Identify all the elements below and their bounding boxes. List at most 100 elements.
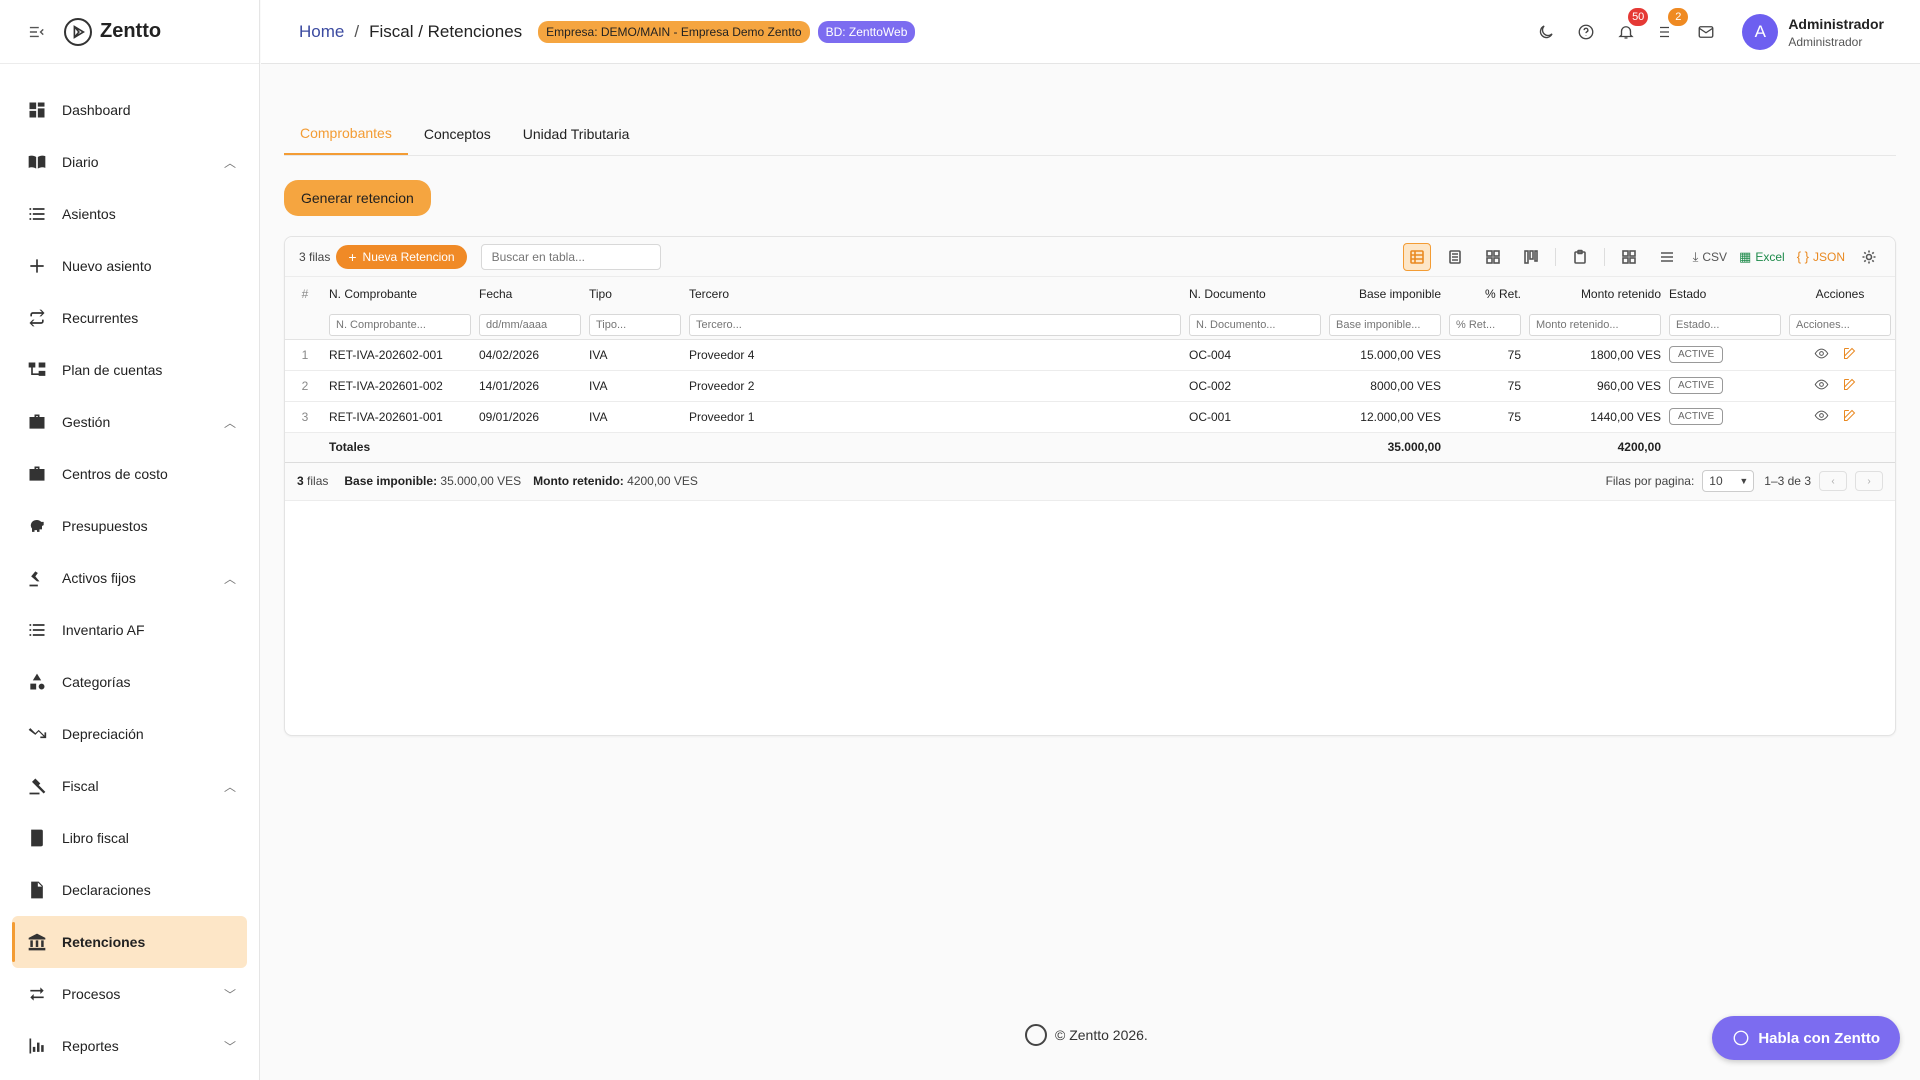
column-header[interactable]: Fecha [475, 277, 585, 311]
sidebar-item-presupuestos[interactable]: Presupuestos [0, 500, 259, 552]
density-icon[interactable] [1653, 243, 1681, 271]
chevron-up-icon[interactable]: ︿ [223, 155, 237, 170]
sidebar-item-libro-fiscal[interactable]: Libro fiscal [0, 812, 259, 864]
column-header[interactable]: N. Documento [1185, 277, 1325, 311]
next-page-button[interactable]: › [1855, 471, 1883, 491]
mail-icon[interactable] [1694, 20, 1718, 44]
sidebar-item-gestión[interactable]: Gestión ︿ [0, 396, 259, 448]
collapse-menu-icon[interactable] [28, 23, 46, 41]
column-filter-input[interactable] [1329, 313, 1441, 336]
sidebar-item-plan-de-cuentas[interactable]: Plan de cuentas [0, 344, 259, 396]
edit-icon[interactable] [1840, 345, 1858, 363]
edit-icon[interactable] [1840, 407, 1858, 425]
sidebar-item-activos-fijos[interactable]: Activos fijos ︿ [0, 552, 259, 604]
tasks-icon[interactable]: 2 [1654, 8, 1689, 44]
sidebar-item-label: Dashboard [62, 102, 131, 118]
totals-empty-cell [1785, 432, 1895, 462]
sidebar-item-recurrentes[interactable]: Recurrentes [0, 292, 259, 344]
prev-page-button[interactable]: ‹ [1819, 471, 1847, 491]
column-filter-input[interactable] [689, 313, 1181, 336]
column-header[interactable]: Acciones [1785, 277, 1895, 311]
grid-layout-icon[interactable] [1615, 243, 1643, 271]
rows-per-page-select[interactable]: 10 ▼ [1702, 470, 1755, 492]
sidebar-item-reportes[interactable]: Reportes ﹀ [0, 1020, 259, 1072]
new-retention-button[interactable]: + Nueva Retencion [336, 244, 467, 269]
cell-monto: 1440,00 VES [1590, 409, 1661, 424]
sidebar-item-declaraciones[interactable]: Declaraciones [0, 864, 259, 916]
cell-idx: 3 [301, 409, 309, 424]
column-header[interactable]: Estado [1665, 277, 1785, 311]
column-header[interactable]: Monto retenido [1525, 277, 1665, 311]
view-eye-icon[interactable] [1812, 407, 1830, 425]
clipboard-icon[interactable] [1566, 243, 1594, 271]
export-csv-button[interactable]: ⤓ CSV [1693, 249, 1727, 265]
sidebar-item-centros-de-costo[interactable]: Centros de costo [0, 448, 259, 500]
user-block[interactable]: Administrador Administrador [1788, 16, 1884, 49]
avatar[interactable]: A [1742, 14, 1779, 50]
column-filter-input[interactable] [329, 313, 471, 336]
column-filter-input[interactable] [479, 313, 581, 336]
sidebar-item-asientos[interactable]: Asientos [0, 188, 259, 240]
column-filter-input[interactable] [589, 313, 681, 336]
column-header[interactable]: % Ret. [1445, 277, 1525, 311]
sidebar-item-procesos[interactable]: Procesos ﹀ [0, 968, 259, 1020]
table-row[interactable]: 3 RET-IVA-202601-001 09/01/2026 IVA Proveedo… [285, 401, 1895, 432]
column-filter-input[interactable] [1189, 313, 1321, 336]
view-eye-icon[interactable] [1812, 376, 1830, 394]
export-json-button[interactable]: { } JSON [1797, 249, 1845, 264]
sidebar-item-retenciones[interactable]: Retenciones [12, 916, 247, 968]
help-icon[interactable] [1574, 20, 1598, 44]
sidebar-item-dashboard[interactable]: Dashboard [0, 84, 259, 136]
column-filter-input[interactable] [1669, 313, 1781, 336]
column-header[interactable]: Tipo [585, 277, 685, 311]
sidebar-item-diario[interactable]: Diario ︿ [0, 136, 259, 188]
table-view-icon[interactable] [1402, 242, 1431, 271]
sidebar-item-categorías[interactable]: Categorías [0, 656, 259, 708]
notifications-icon[interactable]: 50 [1614, 8, 1649, 44]
chevron-up-icon[interactable]: ︿ [223, 779, 237, 794]
column-header[interactable]: Tercero [685, 277, 1185, 311]
database-badge[interactable]: BD: ZenttoWeb [817, 20, 916, 43]
totals-empty-cell [285, 432, 325, 462]
table-body: 1 RET-IVA-202602-001 04/02/2026 IVA Proveedo… [285, 339, 1895, 462]
generate-retention-button[interactable]: Generar retencion [284, 180, 431, 216]
card-view-icon[interactable] [1479, 243, 1507, 271]
sidebar-item-nuevo-asiento[interactable]: Nuevo asiento [0, 240, 259, 292]
dark-mode-icon[interactable] [1534, 20, 1558, 44]
table-row[interactable]: 2 RET-IVA-202601-002 14/01/2026 IVA Proveedo… [285, 370, 1895, 401]
table-search-input[interactable] [480, 243, 661, 270]
column-filter-input[interactable] [1529, 313, 1661, 336]
chevron-up-icon[interactable]: ︿ [223, 415, 237, 430]
sidebar-item-fiscal[interactable]: Fiscal ︿ [0, 760, 259, 812]
tab-conceptos[interactable]: Conceptos [408, 113, 507, 155]
sidebar: Zentto Dashboard Diario ︿ Asientos Nuevo asi… [0, 0, 260, 1080]
footer-monto-label: Monto retenido: [533, 474, 624, 488]
chevron-up-icon[interactable]: ︿ [223, 571, 237, 586]
table-row[interactable]: 1 RET-IVA-202602-001 04/02/2026 IVA Proveedo… [285, 339, 1895, 370]
sidebar-item-inventario-af[interactable]: Inventario AF [0, 604, 259, 656]
breadcrumb-home-link[interactable]: Home [299, 22, 344, 42]
chart-icon [26, 1035, 48, 1057]
column-filter-input[interactable] [1449, 313, 1521, 336]
chevron-down-icon[interactable]: ﹀ [223, 987, 237, 1002]
column-header[interactable]: N. Comprobante [325, 277, 475, 311]
tab-unidad-tributaria[interactable]: Unidad Tributaria [507, 113, 646, 155]
export-excel-button[interactable]: ▦ Excel [1739, 249, 1785, 265]
edit-icon[interactable] [1840, 376, 1858, 394]
kanban-view-icon[interactable] [1517, 243, 1545, 271]
tab-comprobantes[interactable]: Comprobantes [284, 113, 408, 155]
chevron-down-icon[interactable]: ﹀ [223, 1039, 237, 1054]
column-filter-input[interactable] [1789, 313, 1891, 336]
column-header[interactable]: # [285, 277, 325, 311]
compact-view-icon[interactable] [1441, 243, 1469, 271]
empresa-badge[interactable]: Empresa: DEMO/MAIN - Empresa Demo Zentto [538, 20, 810, 43]
precision-icon [26, 567, 48, 589]
settings-gear-icon[interactable] [1855, 243, 1883, 271]
column-header[interactable]: Base imponible [1325, 277, 1445, 311]
view-eye-icon[interactable] [1812, 345, 1830, 363]
sidebar-item-label: Depreciación [62, 726, 144, 742]
chat-button[interactable]: Habla con Zentto [1712, 1016, 1900, 1060]
totals-empty-cell [685, 432, 1185, 462]
sidebar-item-depreciación[interactable]: Depreciación [0, 708, 259, 760]
data-grid: 3 filas + Nueva Retencion Buscar en tabl… [284, 236, 1896, 736]
